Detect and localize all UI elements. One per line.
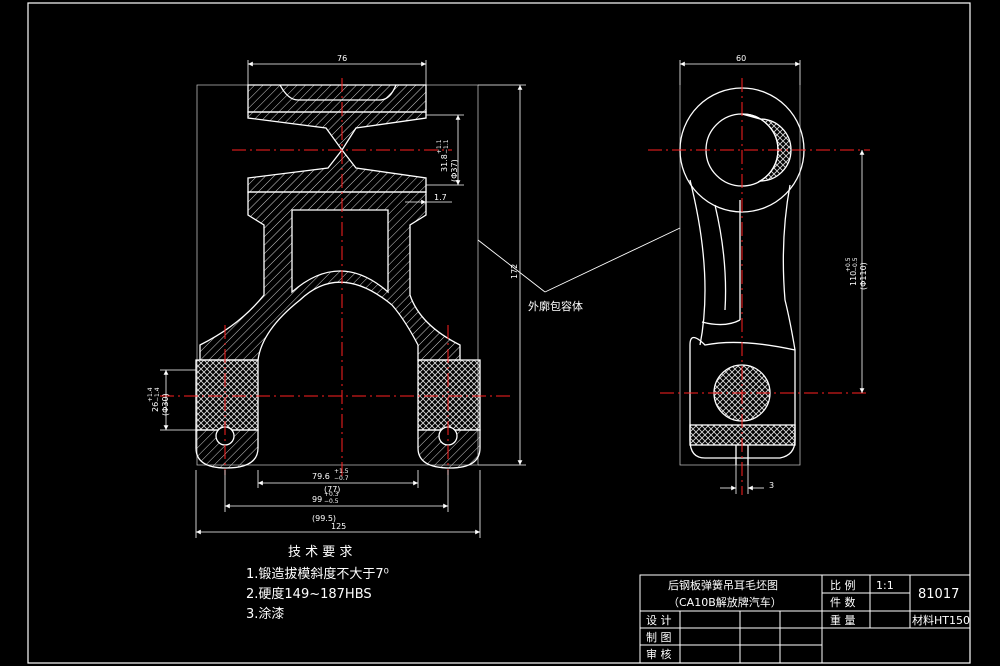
dim-centers-group: 110 +0.5 −0.5 (Φ110) <box>845 257 868 290</box>
drawing-border <box>27 2 971 664</box>
dim-inner: 79.6 <box>312 472 330 481</box>
dim-inner-tol-upper: +1.5 <box>334 468 349 475</box>
dim-side-width: 60 <box>736 54 746 63</box>
tech-requirements: 技 术 要 求 1.锻造拔模斜度不大于7⁰ 2.硬度149~187HBS 3.涂… <box>246 545 389 622</box>
title-line-2: （CA10B解放牌汽车） <box>668 595 782 609</box>
dim-pin-group: 26 +1.4 −1.4 (Φ30) <box>147 387 170 416</box>
web-upper <box>247 111 427 152</box>
top-eye-section <box>741 113 792 182</box>
drafter-label: 制 图 <box>646 631 672 644</box>
dim-inner-tol-lower: −0.7 <box>334 475 349 482</box>
dim-mid-tol-lower: −0.5 <box>324 498 339 505</box>
scale-value: 1:1 <box>876 579 894 592</box>
dim-bore-tol-lower: −1.1 <box>443 139 450 154</box>
dim-centers-tol-upper: +0.5 <box>845 257 852 272</box>
dim-rib: 1.7 <box>434 193 447 202</box>
dim-bore-tol-upper: +1.1 <box>436 139 443 154</box>
tech-req-item-2: 2.硬度149~187HBS <box>246 586 372 602</box>
dim-mid-tol-upper: +0.3 <box>324 491 339 498</box>
tech-req-heading: 技 术 要 求 <box>288 545 352 560</box>
envelope-annotation: 外廓包容体 <box>528 299 583 313</box>
dim-pin-ref: (Φ30) <box>161 393 170 416</box>
dim-bore: 31.8 <box>440 154 449 172</box>
dim-centers-ref: (Φ110) <box>859 262 868 290</box>
dim-slot: 3 <box>769 481 774 490</box>
scale-label: 比 例 <box>830 578 856 592</box>
material: 材料HT150 <box>912 613 970 627</box>
engineering-drawing: 76 172 1.7 79.6 +1.5 −0.7 (77) 99 +0.3 −… <box>27 2 971 664</box>
designer-label: 设 计 <box>646 614 672 627</box>
dim-bore-ref: (Φ37) <box>450 159 459 182</box>
web-lower <box>247 148 427 193</box>
dim-pin: 26 <box>151 402 160 412</box>
drawing-number: 81017 <box>918 587 959 602</box>
right-lug <box>417 359 481 431</box>
weight-label: 重 量 <box>830 613 856 627</box>
annotation-leaders <box>477 227 681 293</box>
tech-req-item-1: 1.锻造拔模斜度不大于7⁰ <box>246 566 389 582</box>
dim-overall-width: 125 <box>331 522 346 531</box>
dim-pin-tol-upper: +1.4 <box>147 387 154 402</box>
top-flange <box>247 84 427 113</box>
quantity-label: 件 数 <box>830 596 856 609</box>
title-line-1: 后钢板弹簧吊耳毛坯图 <box>668 578 778 592</box>
dim-pin-tol-lower: −1.4 <box>154 387 161 402</box>
tech-req-item-3: 3.涂漆 <box>246 606 284 622</box>
dim-bore-group: 31.8 +1.1 −1.1 (Φ37) <box>436 139 459 182</box>
dim-centers-tol-lower: −0.5 <box>852 257 859 272</box>
dim-centers: 110 <box>849 271 858 286</box>
dim-width-top: 76 <box>337 54 347 63</box>
left-lug <box>195 359 259 431</box>
checker-label: 审 核 <box>646 647 672 661</box>
dim-mid: 99 <box>312 495 322 504</box>
